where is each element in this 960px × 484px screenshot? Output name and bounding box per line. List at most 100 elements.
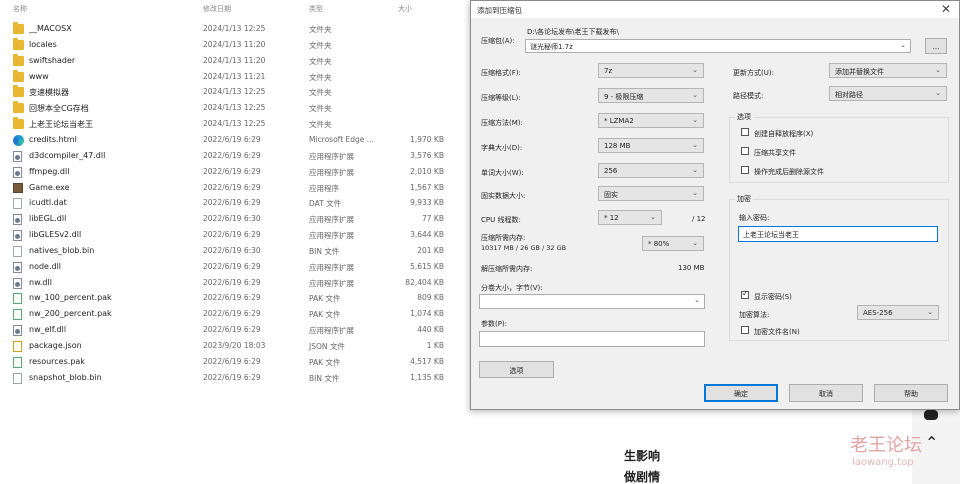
file-date: 2022/6/19 6:29 [203,325,261,335]
level-select[interactable]: 9 - 极限压缩 ⌄ [598,88,704,103]
file-date: 2024/1/13 11:20 [203,55,266,65]
solid-select[interactable]: 固实 ⌄ [598,186,704,201]
file-date: 2024/1/13 12:25 [203,87,266,97]
delete-checkbox[interactable] [741,166,749,174]
file-row[interactable]: node.dll 2022/6/19 6:29 应用程序扩展 5,615 KB [0,260,470,276]
file-row[interactable]: credits.html 2022/6/19 6:29 Microsoft Edge… [0,133,470,149]
chevron-down-icon: ⌄ [692,91,698,99]
mem-detail: 10317 MB / 26 GB / 32 GB [481,244,567,252]
file-row[interactable]: nw_100_percent.pak 2022/6/19 6:29 PAK 文件 80… [0,291,470,307]
file-type: 应用程序 [309,183,339,193]
file-row[interactable]: nw_200_percent.pak 2022/6/19 6:29 PAK 文件 1,… [0,307,470,323]
pathmode-select[interactable]: 相对路径 ⌄ [829,86,947,101]
file-type: 应用程序扩展 [309,262,354,272]
options-button[interactable]: 选项 [479,361,554,378]
scroll-top-icon[interactable]: ⌃ [925,433,938,452]
chevron-down-icon[interactable]: ⌄ [694,296,700,304]
file-row[interactable]: nw.dll 2022/6/19 6:29 应用程序扩展 82,404 KB [0,276,470,292]
enc-method-select[interactable]: AES-256 ⌄ [857,305,939,320]
update-select[interactable]: 添加并替换文件 ⌄ [829,63,947,78]
file-row[interactable]: ffmpeg.dll 2022/6/19 6:29 应用程序扩展 2,010 KB [0,165,470,181]
file-row[interactable]: locales 2024/1/13 11:20 文件夹 [0,37,470,54]
encrypt-names-checkbox[interactable] [741,326,749,334]
chevron-down-icon: ⌄ [692,116,698,124]
column-type-header[interactable]: 类型 [309,4,323,14]
chat-icon[interactable] [924,410,938,420]
file-size: 9,933 KB [410,198,444,208]
file-row[interactable]: natives_blob.bin 2022/6/19 6:30 BIN 文件 201 … [0,244,470,260]
file-icon [13,372,22,384]
file-size: 1,135 KB [410,372,444,382]
column-name-header[interactable]: 名称 [13,4,27,14]
folder-icon [13,37,24,50]
archive-name-combo[interactable]: 谜光秘师1.7z ⌄ [525,39,911,53]
file-row[interactable]: libGLESv2.dll 2022/6/19 6:29 应用程序扩展 3,644 K… [0,228,470,244]
file-name: swiftshader [29,55,76,65]
file-row[interactable]: d3dcompiler_47.dll 2022/6/19 6:29 应用程序扩展 3,… [0,149,470,165]
file-type: Microsoft Edge ... [309,134,374,144]
file-type: 应用程序扩展 [309,167,354,177]
threads-select[interactable]: * 12 ⌄ [598,210,662,225]
file-type: 应用程序扩展 [309,151,354,161]
password-input[interactable]: 上老王论坛当老王 [738,226,938,242]
close-icon[interactable]: ✕ [941,2,951,16]
shared-checkbox[interactable] [741,147,749,155]
chevron-down-icon: ⌄ [650,213,656,221]
file-type: 文件夹 [309,104,332,114]
delete-label: 操作完成后删除源文件 [754,168,824,176]
file-size: 440 KB [417,325,444,335]
column-date-header[interactable]: 修改日期 [203,4,231,14]
browse-button[interactable]: ... [925,38,947,54]
file-row[interactable]: 回想本全CG存档 2024/1/13 12:25 文件夹 [0,101,470,117]
file-type: 文件夹 [309,56,332,66]
file-date: 2022/6/19 6:29 [203,293,261,303]
file-row[interactable]: Game.exe 2022/6/19 6:29 应用程序 1,567 KB [0,181,470,197]
method-label: 压缩方法(M): [481,119,523,127]
file-size: 3,576 KB [410,150,444,160]
file-row[interactable]: __MACOSX 2024/1/13 12:25 文件夹 [0,22,470,38]
file-icon [13,245,22,257]
gear-icon [13,166,22,178]
method-select[interactable]: * LZMA2 ⌄ [598,113,704,128]
word-select[interactable]: 256 ⌄ [598,163,704,178]
pak-icon [13,309,22,321]
column-size-header[interactable]: 大小 [398,4,412,14]
file-row[interactable]: 上老王论坛当老王 2024/1/13 12:25 文件夹 [0,117,470,133]
file-name: Game.exe [29,182,70,192]
file-date: 2024/1/13 12:25 [203,24,266,33]
chevron-down-icon[interactable]: ⌄ [900,41,906,49]
json-icon [13,341,22,352]
params-input[interactable] [479,331,705,347]
folder-icon [13,101,24,114]
file-name: snapshot_blob.bin [29,372,102,382]
file-row[interactable]: www 2024/1/13 11:21 文件夹 [0,69,470,86]
file-row[interactable]: package.json 2023/9/20 18:03 JSON 文件 1 KB [0,339,470,355]
threads-value: * 12 [604,214,619,222]
split-combo[interactable]: ⌄ [479,294,705,309]
file-row[interactable]: swiftshader 2024/1/13 11:20 文件夹 [0,53,470,70]
chevron-down-icon: ⌄ [935,89,941,97]
folder-icon [13,22,24,34]
ok-button[interactable]: 确定 [704,384,778,402]
file-size: 4,517 KB [410,356,444,366]
cancel-button[interactable]: 取消 [789,384,863,402]
file-row[interactable]: libEGL.dll 2022/6/19 6:30 应用程序扩展 77 KB [0,212,470,228]
file-name: d3dcompiler_47.dll [29,150,106,160]
dict-label: 字典大小(D): [481,144,523,152]
file-type: BIN 文件 [309,373,340,383]
file-date: 2022/6/19 6:30 [203,245,261,255]
file-row[interactable]: resources.pak 2022/6/19 6:29 PAK 文件 4,517 K… [0,355,470,371]
folder-icon [13,69,24,82]
level-label: 压缩等级(L): [481,94,521,102]
file-row[interactable]: icudtl.dat 2022/6/19 6:29 DAT 文件 9,933 KB [0,196,470,212]
sfx-checkbox[interactable] [741,128,749,136]
file-row[interactable]: nw_elf.dll 2022/6/19 6:29 应用程序扩展 440 KB [0,323,470,339]
gear-icon [13,214,22,226]
help-button[interactable]: 帮助 [874,384,948,402]
dict-select[interactable]: 128 MB ⌄ [598,138,704,153]
format-select[interactable]: 7z ⌄ [598,63,704,78]
file-row[interactable]: 变速模拟器 2024/1/13 12:25 文件夹 [0,85,470,101]
file-row[interactable]: snapshot_blob.bin 2022/6/19 6:29 BIN 文件 1,1… [0,371,470,387]
show-password-checkbox[interactable] [741,289,749,299]
mem-select[interactable]: * 80% ⌄ [642,236,704,251]
